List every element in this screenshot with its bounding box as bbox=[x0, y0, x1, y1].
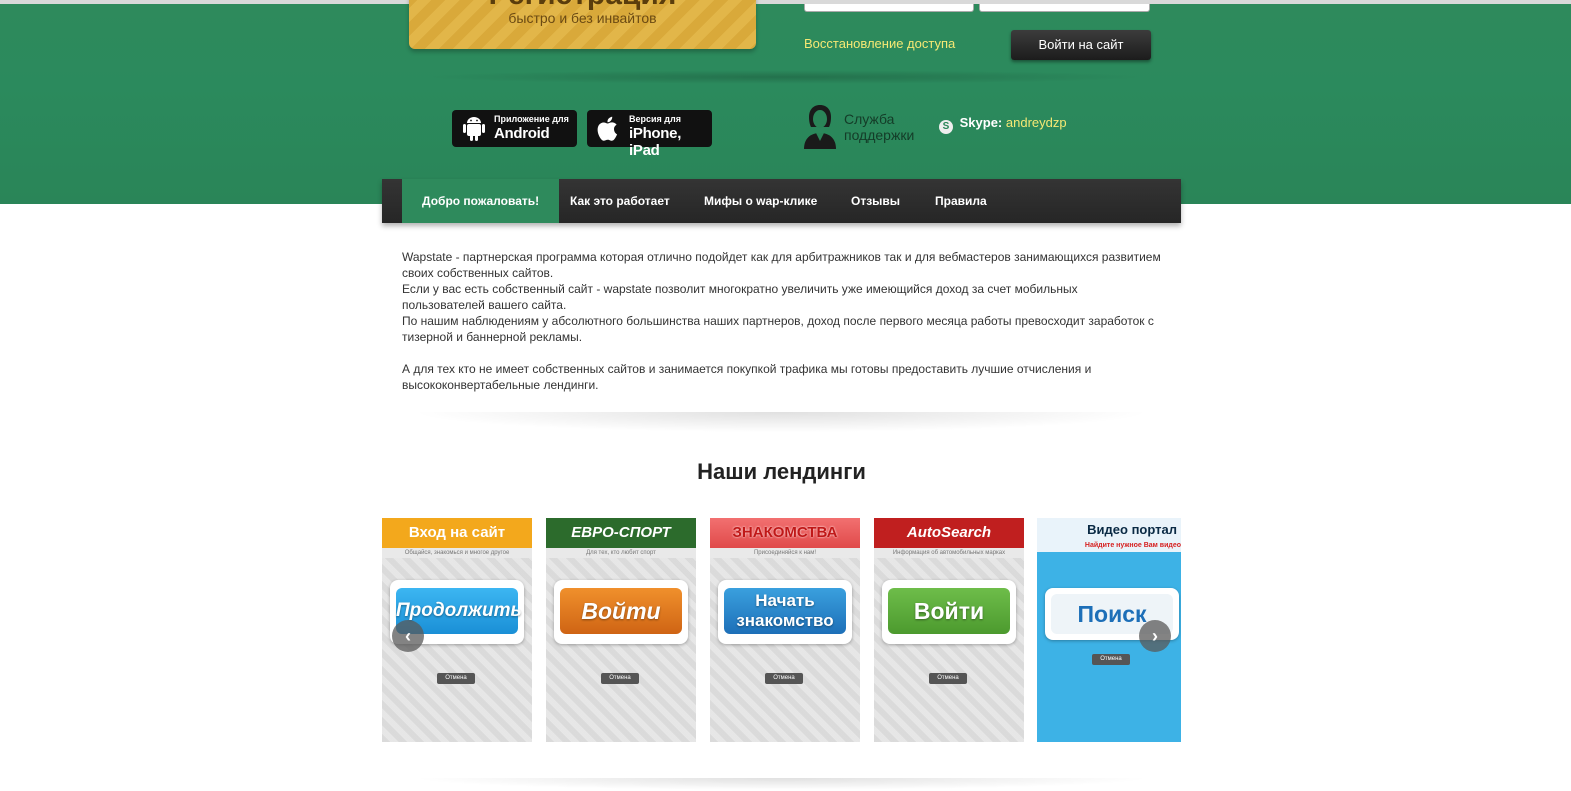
intro-paragraph: По нашим наблюдениям у абсолютного больш… bbox=[402, 314, 1154, 344]
skype-label: Skype: bbox=[959, 115, 1003, 130]
landing-card[interactable]: ЕВРО-СПОРТ Для тех, кто любит спорт Войт… bbox=[546, 518, 696, 742]
landings-title: Наши лендинги bbox=[697, 459, 866, 484]
nav-reviews[interactable]: Отзывы bbox=[831, 179, 920, 223]
ios-app-button[interactable]: Версия для iPhone, iPad bbox=[587, 110, 712, 159]
android-app-line2: Android bbox=[494, 125, 550, 142]
landing-card[interactable]: AutoSearch Информация об автомобильных м… bbox=[874, 518, 1024, 742]
login-button[interactable]: Войти на сайт bbox=[1011, 30, 1151, 60]
landing-title: ЕВРО-СПОРТ bbox=[546, 518, 696, 548]
section-divider bbox=[382, 412, 1181, 434]
landing-subtitle: Присоединяйся к нам! bbox=[753, 550, 817, 556]
intro-paragraph: Если у вас есть собственный сайт - wapst… bbox=[402, 282, 1078, 312]
restore-access-link[interactable]: Восстановление доступа bbox=[804, 36, 955, 51]
landing-title: AutoSearch bbox=[874, 518, 1024, 548]
register-button[interactable]: Регистрация быстро и без инвайтов bbox=[409, 0, 756, 49]
intro-paragraph: А для тех кто не имеет собственных сайто… bbox=[402, 362, 1092, 392]
nav-myths[interactable]: Мифы о wap-клике bbox=[684, 179, 837, 223]
nav-rules[interactable]: Правила bbox=[915, 179, 1007, 223]
section-divider bbox=[382, 778, 1181, 791]
ios-app-line2: iPhone, iPad bbox=[629, 125, 682, 159]
landing-subtitle: Найдите нужное Вам видео bbox=[1084, 542, 1181, 549]
android-app-button[interactable]: Приложение для Android bbox=[452, 110, 577, 147]
register-subtitle: быстро и без инвайтов bbox=[508, 10, 657, 26]
landing-cancel: Отмена bbox=[1092, 654, 1130, 665]
nav-how-it-works[interactable]: Как это работает bbox=[550, 179, 690, 223]
carousel-next-button[interactable]: › bbox=[1139, 620, 1171, 652]
support-line1: Служба bbox=[844, 111, 895, 127]
apple-icon bbox=[597, 116, 618, 141]
landing-cancel: Отмена bbox=[437, 673, 475, 684]
landing-cta: Начать знакомство bbox=[724, 588, 846, 634]
support-operator-icon bbox=[804, 105, 836, 149]
main-nav: Добро пожаловать! Как это работает Мифы … bbox=[382, 179, 1181, 223]
android-app-line1: Приложение для bbox=[494, 114, 569, 124]
skype-nick: andreydzp bbox=[1005, 115, 1067, 130]
login-input[interactable] bbox=[804, 4, 974, 12]
nav-welcome[interactable]: Добро пожаловать! bbox=[402, 179, 560, 223]
landing-subtitle: Информация об автомобильных марках bbox=[892, 550, 1006, 556]
skype-icon: S bbox=[939, 120, 953, 134]
skype-contact[interactable]: S Skype: andreydzp bbox=[939, 115, 1067, 134]
header-divider bbox=[420, 70, 1150, 84]
landing-cancel: Отмена bbox=[929, 673, 967, 684]
landing-title: ЗНАКОМСТВА bbox=[710, 518, 860, 548]
landing-cta: Войти bbox=[560, 588, 682, 634]
site-header: Регистрация быстро и без инвайтов Восста… bbox=[0, 0, 1571, 204]
landing-card[interactable]: ЗНАКОМСТВА Присоединяйся к нам! Начать з… bbox=[710, 518, 860, 742]
landing-cancel: Отмена bbox=[601, 673, 639, 684]
landing-title: Вход на сайт bbox=[382, 518, 532, 548]
landing-subtitle: Общайся, знакомься и многое другое bbox=[404, 550, 510, 556]
support-line2: поддержки bbox=[844, 127, 915, 143]
ios-app-line1: Версия для bbox=[629, 114, 681, 124]
landing-subtitle: Для тех, кто любит спорт bbox=[586, 550, 656, 556]
support-label: Служба поддержки bbox=[844, 111, 914, 143]
landing-cta: Войти bbox=[888, 588, 1010, 634]
password-input[interactable] bbox=[979, 4, 1150, 12]
landing-cancel: Отмена bbox=[765, 673, 803, 684]
intro-text: Wapstate - партнерская программа которая… bbox=[402, 249, 1162, 393]
android-icon bbox=[463, 117, 485, 141]
carousel-prev-button[interactable]: ‹ bbox=[392, 620, 424, 652]
intro-paragraph: Wapstate - партнерская программа которая… bbox=[402, 250, 1161, 280]
